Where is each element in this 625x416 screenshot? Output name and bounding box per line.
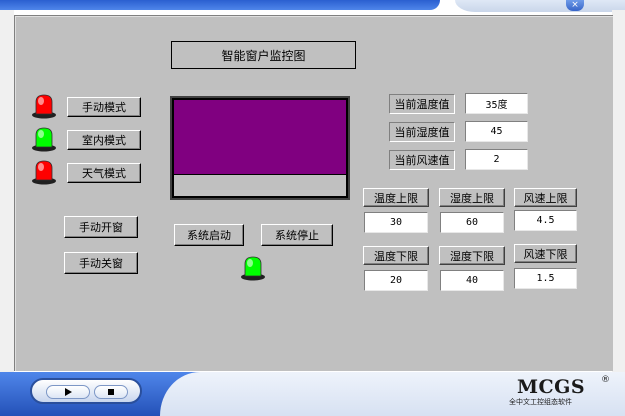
current-temperature-label: 当前温度值 bbox=[389, 94, 455, 114]
system-stop-button[interactable]: 系统停止 bbox=[261, 224, 333, 246]
window-left-edge bbox=[0, 10, 14, 372]
player-taskbar: MCGS ® 全中文工控组态软件 bbox=[0, 372, 625, 416]
windspeed-upper-limit-label: 风速上限 bbox=[514, 188, 577, 207]
weather-mode-button[interactable]: 天气模式 bbox=[67, 163, 141, 183]
windspeed-lower-limit-label: 风速下限 bbox=[514, 244, 577, 263]
humidity-upper-limit-input[interactable]: 60 bbox=[440, 212, 504, 233]
stop-button[interactable] bbox=[94, 385, 128, 399]
titlebar-right-strip bbox=[455, 0, 625, 12]
manual-close-window-button[interactable]: 手动关窗 bbox=[64, 252, 138, 274]
windspeed-upper-limit-input[interactable]: 4.5 bbox=[514, 210, 577, 231]
app-window: × 智能窗户监控图 手动模式 室内模式 天气模式 手动开窗 手动关窗 系统启动 … bbox=[0, 0, 625, 416]
current-windspeed-label: 当前风速值 bbox=[389, 150, 455, 170]
system-status-lamp-icon bbox=[241, 256, 265, 281]
brand-logo: MCGS bbox=[517, 376, 586, 398]
indoor-mode-lamp-icon bbox=[32, 127, 56, 152]
humidity-upper-limit-label: 湿度上限 bbox=[439, 188, 505, 207]
player-controls bbox=[30, 378, 142, 404]
window-right-edge bbox=[612, 10, 625, 372]
current-humidity-label: 当前湿度值 bbox=[389, 122, 455, 142]
window-close-button[interactable]: × bbox=[566, 0, 584, 11]
manual-mode-button[interactable]: 手动模式 bbox=[67, 97, 141, 117]
manual-mode-lamp-icon bbox=[32, 94, 56, 119]
temperature-lower-limit-label: 温度下限 bbox=[363, 246, 429, 265]
brand-subtitle: 全中文工控组态软件 bbox=[509, 398, 572, 406]
gauge-fill bbox=[174, 100, 346, 175]
current-windspeed-value: 2 bbox=[465, 149, 528, 170]
temperature-upper-limit-label: 温度上限 bbox=[363, 188, 429, 207]
page-title: 智能窗户监控图 bbox=[171, 41, 356, 69]
play-icon bbox=[64, 388, 72, 396]
gauge-background bbox=[174, 100, 346, 196]
window-titlebar: × bbox=[0, 0, 625, 14]
temperature-upper-limit-input[interactable]: 30 bbox=[364, 212, 428, 233]
current-humidity-value: 45 bbox=[465, 121, 528, 142]
window-position-gauge bbox=[170, 96, 350, 200]
temperature-lower-limit-input[interactable]: 20 bbox=[364, 270, 428, 291]
play-button[interactable] bbox=[46, 385, 90, 399]
stop-icon bbox=[108, 389, 114, 395]
humidity-lower-limit-input[interactable]: 40 bbox=[440, 270, 504, 291]
windspeed-lower-limit-input[interactable]: 1.5 bbox=[514, 268, 577, 289]
current-temperature-value: 35度 bbox=[465, 93, 528, 114]
manual-open-window-button[interactable]: 手动开窗 bbox=[64, 216, 138, 238]
system-start-button[interactable]: 系统启动 bbox=[174, 224, 244, 246]
brand-registered-mark: ® bbox=[601, 375, 610, 385]
titlebar-blue-strip bbox=[0, 0, 440, 10]
indoor-mode-button[interactable]: 室内模式 bbox=[67, 130, 141, 150]
humidity-lower-limit-label: 湿度下限 bbox=[439, 246, 505, 265]
weather-mode-lamp-icon bbox=[32, 160, 56, 185]
